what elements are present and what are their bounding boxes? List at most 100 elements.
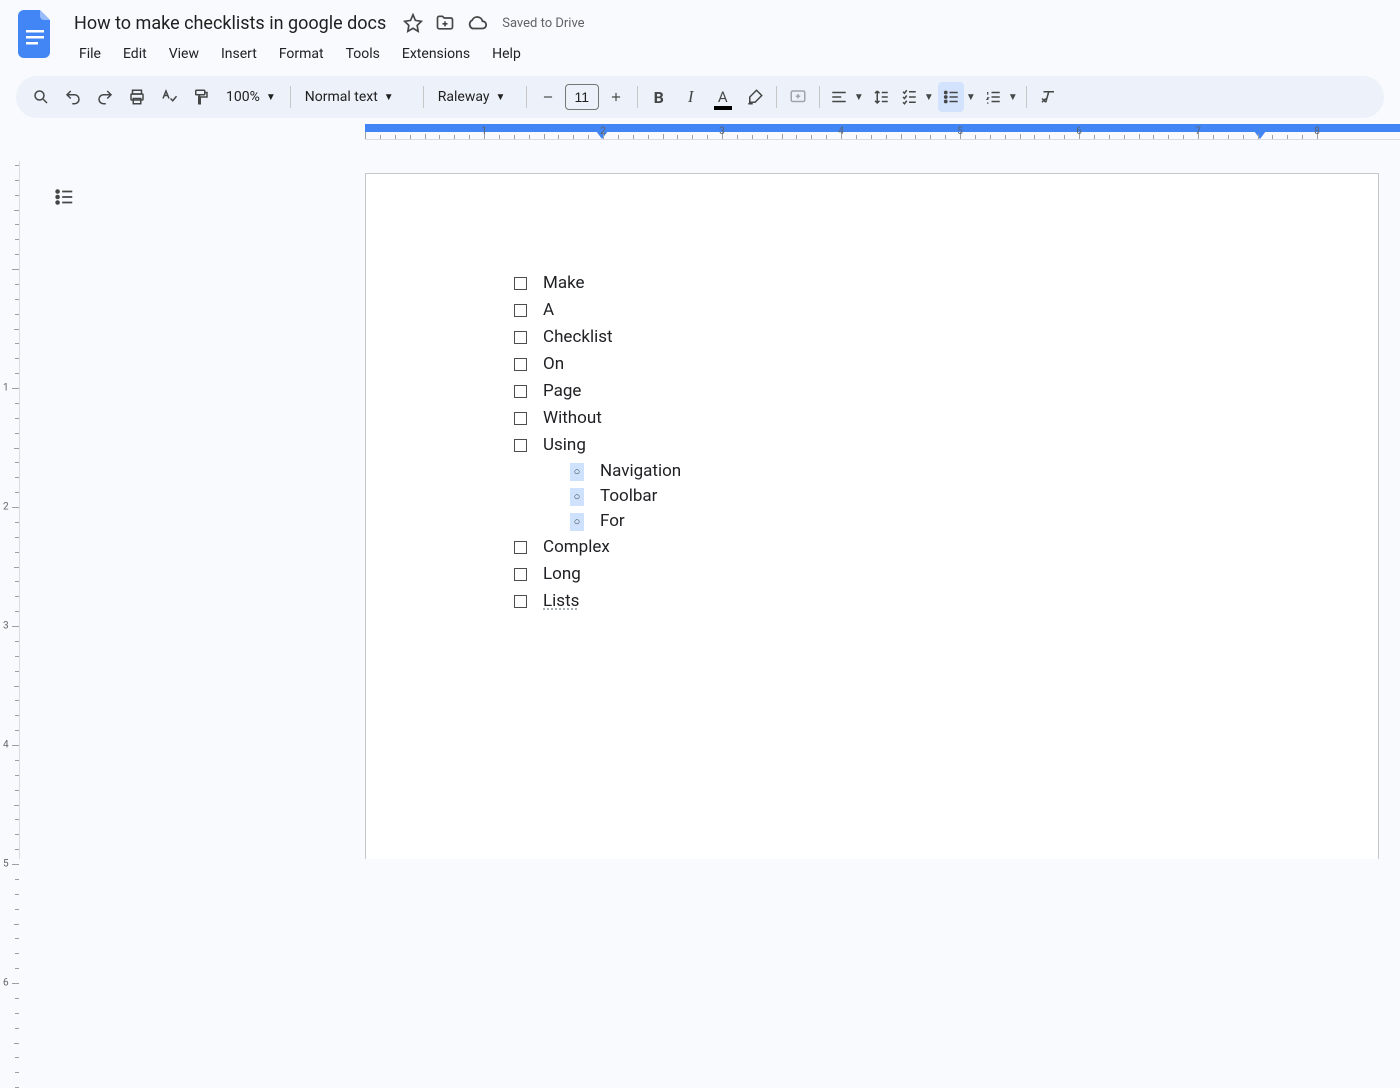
sublist-item-text[interactable]: Toolbar xyxy=(600,484,657,509)
checklist-item-text[interactable]: Without xyxy=(543,405,602,432)
checklist-item-text[interactable]: Make xyxy=(543,270,585,297)
checkbox-icon[interactable] xyxy=(514,331,527,344)
saved-status: Saved to Drive xyxy=(502,16,584,31)
undo-button[interactable] xyxy=(58,82,88,112)
sublist-item-text[interactable]: Navigation xyxy=(600,459,681,484)
menu-extensions[interactable]: Extensions xyxy=(393,40,479,68)
font-value: Raleway xyxy=(438,89,490,105)
cloud-saved-icon[interactable] xyxy=(466,12,488,34)
chevron-down-icon: ▼ xyxy=(854,92,864,103)
zoom-dropdown[interactable]: 100% ▼ xyxy=(218,82,284,112)
checkbox-icon[interactable] xyxy=(514,595,527,608)
sublist-item[interactable]: ○Navigation xyxy=(570,459,1258,484)
checkbox-icon[interactable] xyxy=(514,568,527,581)
line-spacing-dropdown[interactable] xyxy=(868,82,894,112)
menu-help[interactable]: Help xyxy=(483,40,530,68)
italic-button[interactable]: I xyxy=(676,82,706,112)
paragraph-style-dropdown[interactable]: Normal text ▼ xyxy=(297,82,417,112)
checklist-item[interactable]: Checklist xyxy=(514,324,1258,351)
checklist-item-text[interactable]: Long xyxy=(543,561,581,588)
numbered-list-dropdown[interactable]: ▼ xyxy=(980,82,1020,112)
star-icon[interactable] xyxy=(402,12,424,34)
checkbox-icon[interactable] xyxy=(514,358,527,371)
font-size-input[interactable] xyxy=(565,84,599,110)
chevron-down-icon: ▼ xyxy=(924,92,934,103)
left-indent-marker[interactable] xyxy=(365,124,1400,132)
increase-font-button[interactable] xyxy=(601,82,631,112)
font-dropdown[interactable]: Raleway ▼ xyxy=(430,82,520,112)
align-dropdown[interactable]: ▼ xyxy=(826,82,866,112)
separator xyxy=(290,86,291,108)
menu-view[interactable]: View xyxy=(160,40,208,68)
bold-button[interactable]: B xyxy=(644,82,674,112)
zoom-value: 100% xyxy=(226,89,260,105)
checklist-item[interactable]: On xyxy=(514,351,1258,378)
first-line-indent-marker[interactable] xyxy=(565,125,575,129)
insert-comment-button[interactable] xyxy=(783,82,813,112)
horizontal-ruler[interactable]: 12345678 xyxy=(0,124,1400,144)
separator xyxy=(819,86,820,108)
menu-file[interactable]: File xyxy=(70,40,110,68)
circle-bullet-icon: ○ xyxy=(570,488,584,506)
circle-bullet-icon: ○ xyxy=(570,513,584,531)
chevron-down-icon: ▼ xyxy=(266,92,276,103)
checkbox-icon[interactable] xyxy=(514,439,527,452)
checklist-item[interactable]: A xyxy=(514,297,1258,324)
sublist-item[interactable]: ○ Toolbar xyxy=(570,484,1258,509)
separator xyxy=(526,86,527,108)
checklist-item-text[interactable]: A xyxy=(543,297,554,324)
text-color-button[interactable]: A xyxy=(708,82,738,112)
clear-formatting-button[interactable] xyxy=(1033,82,1063,112)
chevron-down-icon: ▼ xyxy=(384,92,394,103)
header: How to make checklists in google docs Sa… xyxy=(0,0,1400,68)
separator xyxy=(776,86,777,108)
spellcheck-button[interactable] xyxy=(154,82,184,112)
menu-insert[interactable]: Insert xyxy=(212,40,266,68)
sublist-item-text[interactable]: For xyxy=(600,509,625,534)
checklist-item-text[interactable]: Page xyxy=(543,378,581,405)
chevron-down-icon: ▼ xyxy=(496,92,506,103)
chevron-down-icon: ▼ xyxy=(966,92,976,103)
checklist-item-text[interactable]: Complex xyxy=(543,534,610,561)
menu-format[interactable]: Format xyxy=(270,40,333,68)
checkbox-icon[interactable] xyxy=(514,304,527,317)
docs-logo[interactable] xyxy=(16,8,56,60)
checklist-item[interactable]: Lists xyxy=(514,588,1258,615)
checkbox-icon[interactable] xyxy=(514,412,527,425)
checklist-item[interactable]: Without xyxy=(514,405,1258,432)
separator xyxy=(1026,86,1027,108)
style-value: Normal text xyxy=(305,89,378,105)
bulleted-list-dropdown[interactable]: ▼ xyxy=(938,82,978,112)
checklist-item-text[interactable]: Checklist xyxy=(543,324,613,351)
title-area: How to make checklists in google docs Sa… xyxy=(68,8,1384,68)
checkbox-icon[interactable] xyxy=(514,277,527,290)
checklist-item[interactable]: Page xyxy=(514,378,1258,405)
right-indent-marker[interactable] xyxy=(1254,131,1266,139)
checkbox-icon[interactable] xyxy=(514,385,527,398)
menu-edit[interactable]: Edit xyxy=(114,40,156,68)
checklist-item-text[interactable]: On xyxy=(543,351,564,378)
checklist-item[interactable]: Long xyxy=(514,561,1258,588)
vertical-ruler[interactable]: 123456 xyxy=(0,161,20,859)
checklist-item[interactable]: Make xyxy=(514,270,1258,297)
editor-surface: MakeAChecklistOnPageWithoutUsing○Navigat… xyxy=(20,161,1400,859)
highlight-button[interactable] xyxy=(740,82,770,112)
print-button[interactable] xyxy=(122,82,152,112)
sublist-item[interactable]: ○ For xyxy=(570,509,1258,534)
redo-button[interactable] xyxy=(90,82,120,112)
paint-format-button[interactable] xyxy=(186,82,216,112)
checklist-item-text[interactable]: Using xyxy=(543,432,586,459)
show-outline-button[interactable] xyxy=(46,179,82,215)
document-title[interactable]: How to make checklists in google docs xyxy=(68,11,392,36)
checklist-item[interactable]: Complex xyxy=(514,534,1258,561)
checklist-dropdown[interactable]: ▼ xyxy=(896,82,936,112)
search-menus-button[interactable] xyxy=(26,82,56,112)
checklist-item-text[interactable]: Lists xyxy=(543,588,579,615)
decrease-font-button[interactable] xyxy=(533,82,563,112)
checkbox-icon[interactable] xyxy=(514,541,527,554)
checklist-item[interactable]: Using xyxy=(514,432,1258,459)
font-size-group xyxy=(533,82,631,112)
move-icon[interactable] xyxy=(434,12,456,34)
document-page[interactable]: MakeAChecklistOnPageWithoutUsing○Navigat… xyxy=(365,173,1379,859)
menu-tools[interactable]: Tools xyxy=(337,40,389,68)
